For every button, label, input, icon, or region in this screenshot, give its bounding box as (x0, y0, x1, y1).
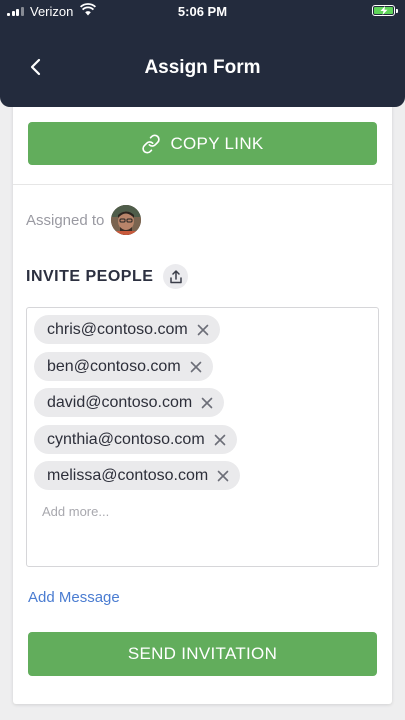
add-more-email-input[interactable] (42, 504, 342, 519)
copy-link-label: COPY LINK (170, 133, 264, 153)
send-invitation-button[interactable]: SEND INVITATION (28, 632, 377, 676)
avatar[interactable] (111, 205, 142, 235)
invite-people-row: INVITE PEOPLE (26, 264, 189, 289)
remove-email-button[interactable] (214, 434, 226, 446)
assigned-to-row: Assigned to (26, 205, 142, 235)
link-icon (142, 133, 161, 154)
email-chip: cynthia@contoso.com (34, 425, 237, 454)
assign-form-card: COPY LINK Assigned to INVITE PEOPLE chri… (13, 97, 392, 704)
email-chip: david@contoso.com (34, 388, 225, 417)
email-chip: melissa@contoso.com (34, 461, 241, 490)
close-icon (197, 324, 209, 335)
remove-email-button[interactable] (217, 470, 229, 482)
share-upload-icon (170, 269, 182, 283)
remove-email-button[interactable] (201, 397, 213, 409)
email-chip: ben@contoso.com (34, 352, 213, 381)
remove-email-button[interactable] (197, 324, 209, 336)
close-icon (214, 434, 225, 445)
copy-link-button[interactable]: COPY LINK (28, 122, 377, 165)
assigned-to-label: Assigned to (26, 211, 105, 229)
app-header: Verizon 5:06 PM Assign Form (0, 0, 405, 107)
email-chip: chris@contoso.com (34, 315, 220, 344)
share-upload-button[interactable] (163, 264, 189, 289)
send-invitation-label: SEND INVITATION (127, 644, 278, 663)
close-icon (217, 470, 229, 481)
page-title: Assign Form (144, 57, 261, 78)
avatar-image (111, 205, 142, 235)
email-chip-text: david@contoso.com (47, 393, 193, 411)
email-chip-text: ben@contoso.com (47, 357, 181, 375)
invite-people-heading: INVITE PEOPLE (26, 267, 154, 285)
email-chip-text: cynthia@contoso.com (47, 430, 205, 448)
email-chip-text: chris@contoso.com (47, 320, 188, 338)
status-bar: Verizon 5:06 PM (0, 0, 405, 24)
status-time: 5:06 PM (177, 4, 228, 19)
email-recipients-box[interactable]: chris@contoso.com ben@contoso.com david@… (26, 307, 379, 567)
close-icon (190, 361, 201, 372)
close-icon (201, 397, 213, 408)
add-message-link[interactable]: Add Message (28, 589, 120, 606)
battery-icon (372, 5, 398, 16)
email-chip-text: melissa@contoso.com (47, 466, 209, 484)
divider (13, 184, 392, 185)
remove-email-button[interactable] (190, 361, 202, 373)
